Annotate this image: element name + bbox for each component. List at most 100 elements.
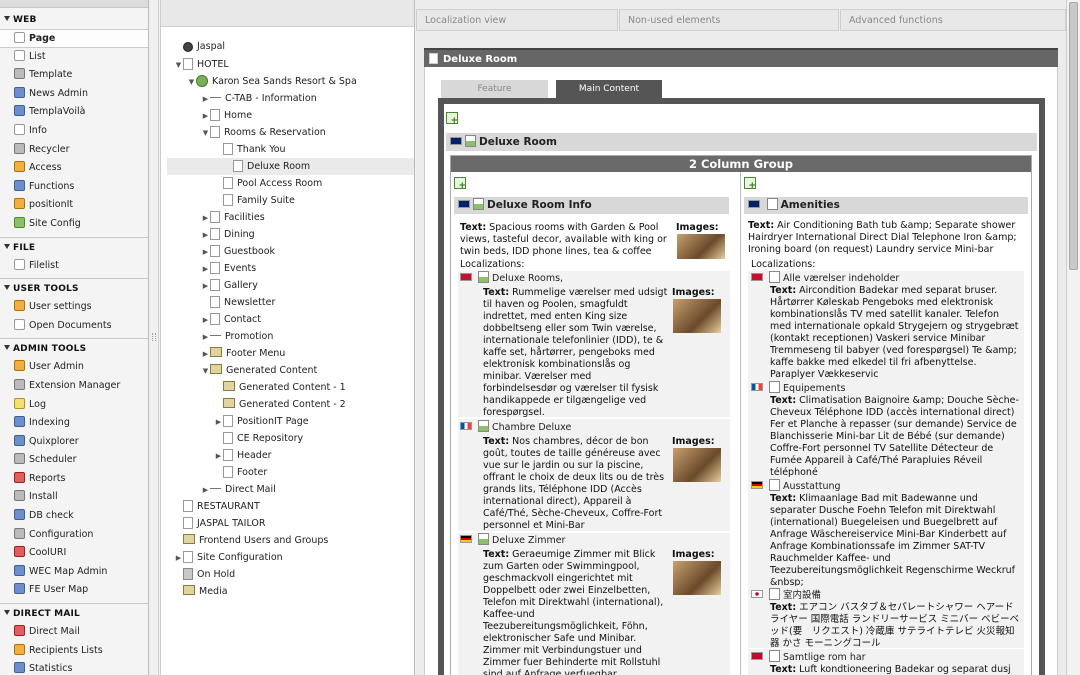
menu-item-wec-map-admin[interactable]: WEC Map Admin bbox=[0, 563, 148, 582]
tree-node[interactable]: Deluxe Room bbox=[167, 158, 414, 175]
localization-header[interactable]: Samtlige rom har bbox=[751, 650, 866, 663]
section-web[interactable]: WEB bbox=[0, 12, 148, 29]
tree-node[interactable]: JASPAL TAILOR bbox=[174, 515, 266, 532]
tree-node[interactable]: ▶ Promotion bbox=[201, 328, 274, 346]
tree-node[interactable]: CE Repository bbox=[214, 430, 303, 447]
scrollbar-thumb[interactable] bbox=[1069, 2, 1078, 270]
tree-node[interactable]: On Hold bbox=[174, 566, 235, 583]
menu-splitter[interactable] bbox=[149, 0, 159, 675]
tree-node[interactable]: Jaspal bbox=[174, 38, 225, 55]
tree-node[interactable]: ▶ Site Configuration bbox=[174, 549, 283, 566]
menu-item-templavoila[interactable]: TemplaVoilà bbox=[0, 103, 148, 122]
collapse-icon[interactable]: ▼ bbox=[201, 363, 210, 380]
tree-node[interactable]: Generated Content - 2 bbox=[214, 396, 346, 413]
tree-node[interactable]: ▶ Guestbook bbox=[201, 243, 275, 260]
collapse-icon[interactable]: ▼ bbox=[187, 74, 196, 91]
tree-node[interactable]: ▶ Contact bbox=[201, 311, 261, 328]
section-user-tools[interactable]: USER TOOLS bbox=[0, 281, 148, 298]
left-ce-header[interactable]: Deluxe Room Info bbox=[454, 197, 729, 214]
collapse-icon[interactable]: ▼ bbox=[174, 57, 183, 74]
fce-header[interactable]: Deluxe Room bbox=[446, 133, 1037, 151]
menu-item-quixplorer[interactable]: Quixplorer bbox=[0, 433, 148, 452]
splitter-grip[interactable] bbox=[152, 333, 156, 341]
tree-node[interactable]: Footer bbox=[214, 464, 267, 481]
menu-item-install[interactable]: Install bbox=[0, 488, 148, 507]
tree-node[interactable]: Thank You bbox=[214, 141, 286, 158]
localization-header[interactable]: Deluxe Zimmer bbox=[460, 533, 565, 546]
menu-item-db-check[interactable]: DB check bbox=[0, 507, 148, 526]
menu-item-log[interactable]: Log bbox=[0, 396, 148, 415]
expand-icon[interactable]: ▶ bbox=[201, 227, 210, 244]
localization-header[interactable]: Ausstattung bbox=[751, 479, 841, 492]
localization-header[interactable]: 室内設備 bbox=[751, 587, 821, 601]
room-image[interactable] bbox=[673, 448, 721, 482]
menu-item-template[interactable]: Template bbox=[0, 66, 148, 85]
localization-header[interactable]: Chambre Deluxe bbox=[460, 420, 571, 433]
room-image[interactable] bbox=[673, 299, 721, 333]
tab-advanced-functions[interactable]: Advanced functions bbox=[840, 9, 1066, 31]
tree-node[interactable]: RESTAURANT bbox=[174, 498, 260, 515]
localization-header[interactable]: Deluxe Rooms, bbox=[460, 271, 563, 284]
menu-item-access[interactable]: Access bbox=[0, 159, 148, 178]
menu-item-positionit[interactable]: positionIt bbox=[0, 196, 148, 215]
menu-item-list[interactable]: List bbox=[0, 48, 148, 67]
menu-item-scheduler[interactable]: Scheduler bbox=[0, 451, 148, 470]
vertical-scrollbar[interactable] bbox=[1066, 0, 1080, 675]
menu-item-fe-user-map[interactable]: FE User Map bbox=[0, 581, 148, 600]
tree-node[interactable]: ▶ Footer Menu bbox=[201, 345, 285, 362]
menu-item-open-documents[interactable]: Open Documents bbox=[0, 317, 148, 336]
tab-feature[interactable]: Feature bbox=[441, 80, 548, 98]
new-content-right-icon[interactable] bbox=[744, 177, 756, 191]
menu-item-statistics[interactable]: Statistics bbox=[0, 660, 148, 675]
menu-item-reports[interactable]: Reports bbox=[0, 470, 148, 489]
tree-node[interactable]: Generated Content - 1 bbox=[214, 379, 346, 396]
tree-node[interactable]: ▶ Header bbox=[214, 447, 272, 464]
menu-item-page[interactable]: Page bbox=[0, 29, 148, 48]
tab-main-content[interactable]: Main Content bbox=[556, 80, 662, 99]
new-content-icon[interactable] bbox=[446, 112, 458, 126]
tree-node[interactable]: ▼ HOTEL bbox=[174, 56, 229, 73]
right-ce-header[interactable]: Amenities bbox=[744, 197, 1028, 214]
tree-node[interactable]: Family Suite bbox=[214, 192, 295, 209]
tree-node[interactable]: ▶ Gallery bbox=[201, 277, 258, 294]
tree-node[interactable]: Pool Access Room bbox=[214, 175, 322, 192]
expand-icon[interactable]: ▶ bbox=[201, 108, 210, 125]
tree-node[interactable]: ▶ Direct Mail bbox=[201, 481, 276, 498]
expand-icon[interactable]: ▶ bbox=[201, 312, 210, 329]
expand-icon[interactable]: ▶ bbox=[201, 482, 210, 499]
tree-node[interactable]: ▶ Facilities bbox=[201, 209, 265, 226]
tree-node[interactable]: ▶ Events bbox=[201, 260, 256, 277]
tree-node[interactable]: ▶ Dining bbox=[201, 226, 255, 243]
expand-icon[interactable]: ▶ bbox=[214, 414, 223, 431]
expand-icon[interactable]: ▶ bbox=[214, 448, 223, 465]
tree-node[interactable]: ▼ Rooms & Reservation bbox=[201, 124, 326, 141]
room-image[interactable] bbox=[677, 234, 725, 259]
tree-node[interactable]: ▶ PositionIT Page bbox=[214, 413, 309, 430]
room-image[interactable] bbox=[673, 561, 721, 595]
tree-node[interactable]: ▼ Karon Sea Sands Resort & Spa bbox=[187, 73, 357, 90]
tree-node[interactable]: Media bbox=[174, 583, 228, 600]
menu-item-extension-manager[interactable]: Extension Manager bbox=[0, 377, 148, 396]
tree-node[interactable]: Frontend Users and Groups bbox=[174, 532, 328, 549]
menu-item-direct-mail[interactable]: Direct Mail bbox=[0, 623, 148, 642]
tree-node[interactable]: ▶ C-TAB - Information bbox=[201, 90, 317, 107]
expand-icon[interactable]: ▶ bbox=[201, 278, 210, 295]
menu-item-cooluri[interactable]: CoolURI bbox=[0, 544, 148, 563]
menu-item-info[interactable]: Info bbox=[0, 122, 148, 141]
tree-node[interactable]: ▶ Home bbox=[201, 107, 252, 124]
menu-item-user-settings[interactable]: User settings bbox=[0, 298, 148, 317]
section-file[interactable]: FILE bbox=[0, 240, 148, 257]
section-admin-tools[interactable]: ADMIN TOOLS bbox=[0, 341, 148, 358]
expand-icon[interactable]: ▶ bbox=[174, 550, 183, 567]
tree-node[interactable]: Newsletter bbox=[201, 294, 275, 311]
tab-localization-view[interactable]: Localization view bbox=[416, 9, 618, 31]
menu-item-indexing[interactable]: Indexing bbox=[0, 414, 148, 433]
menu-item-user-admin[interactable]: User Admin bbox=[0, 358, 148, 377]
tree-node[interactable]: ▼ Generated Content bbox=[201, 362, 317, 379]
expand-icon[interactable]: ▶ bbox=[201, 329, 210, 346]
expand-icon[interactable]: ▶ bbox=[201, 261, 210, 278]
expand-icon[interactable]: ▶ bbox=[201, 244, 210, 261]
new-content-left-icon[interactable] bbox=[454, 177, 466, 191]
collapse-icon[interactable]: ▼ bbox=[201, 125, 210, 142]
menu-item-news-admin[interactable]: News Admin bbox=[0, 85, 148, 104]
